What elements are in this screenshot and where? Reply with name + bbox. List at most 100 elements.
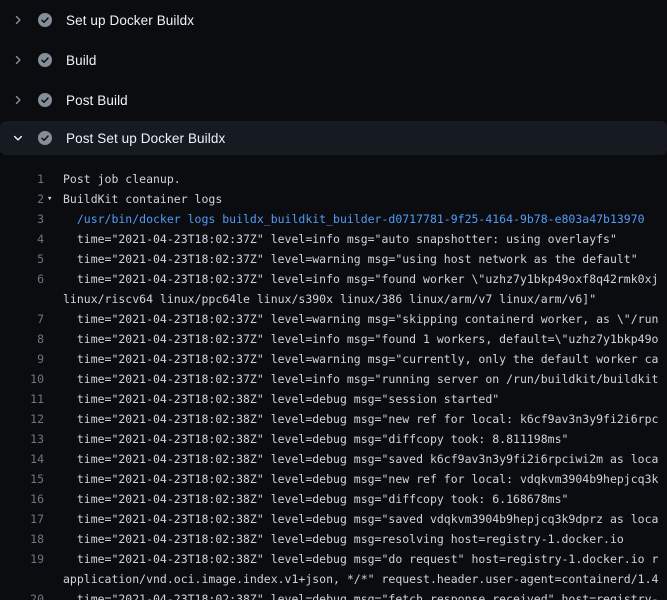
log-line-number[interactable]: 1 — [0, 169, 44, 189]
log-line-number[interactable]: 19 — [0, 549, 44, 569]
log-line-number[interactable]: 2 — [0, 189, 44, 209]
log-text-content: time="2021-04-23T18:02:37Z" level=warnin… — [63, 249, 638, 269]
log-text-content: time="2021-04-23T18:02:37Z" level=warnin… — [63, 309, 658, 329]
log-text-content: time="2021-04-23T18:02:37Z" level=info m… — [63, 329, 658, 349]
log-line-text: time="2021-04-23T18:02:38Z" level=debug … — [63, 589, 658, 600]
step-title: Post Set up Docker Buildx — [66, 131, 225, 146]
log-text-wrap-continuation: application/vnd.oci.image.index.v1+json,… — [63, 569, 658, 589]
log-line-text: time="2021-04-23T18:02:38Z" level=debug … — [63, 409, 658, 429]
log-line-number[interactable]: 9 — [0, 349, 44, 369]
check-circle-icon — [38, 131, 52, 145]
log-text-content: time="2021-04-23T18:02:38Z" level=debug … — [63, 409, 658, 429]
log-line: 12 time="2021-04-23T18:02:38Z" level=deb… — [0, 409, 667, 429]
log-line-number[interactable]: 3 — [0, 209, 44, 229]
log-line-text: time="2021-04-23T18:02:38Z" level=debug … — [63, 529, 624, 549]
log-text-content: time="2021-04-23T18:02:38Z" level=debug … — [63, 489, 568, 509]
log-line-text: time="2021-04-23T18:02:37Z" level=warnin… — [63, 349, 658, 369]
log-text-content: time="2021-04-23T18:02:38Z" level=debug … — [63, 529, 624, 549]
log-line-text: time="2021-04-23T18:02:37Z" level=info m… — [63, 369, 658, 389]
step-log: 1 Post job cleanup. 2 ▾BuildKit container l… — [0, 155, 667, 600]
log-line: 5 time="2021-04-23T18:02:37Z" level=warn… — [0, 249, 667, 269]
log-line: 11 time="2021-04-23T18:02:38Z" level=deb… — [0, 389, 667, 409]
log-line-number[interactable]: 17 — [0, 509, 44, 529]
log-text-content: time="2021-04-23T18:02:37Z" level=info m… — [63, 369, 658, 389]
check-circle-icon — [38, 13, 52, 27]
log-line: 20 time="2021-04-23T18:02:38Z" level=deb… — [0, 589, 667, 600]
log-line: 14 time="2021-04-23T18:02:38Z" level=deb… — [0, 449, 667, 469]
log-line-text: ▾BuildKit container logs — [63, 189, 222, 209]
log-line: 2 ▾BuildKit container logs — [0, 189, 667, 209]
step-header-set-up-docker-buildx[interactable]: Set up Docker Buildx — [0, 0, 667, 40]
log-text-content: time="2021-04-23T18:02:38Z" level=debug … — [63, 469, 658, 489]
log-line-text: Post job cleanup. — [63, 169, 181, 189]
log-text-content: time="2021-04-23T18:02:37Z" level=warnin… — [63, 349, 658, 369]
chevron-right-icon[interactable] — [10, 92, 26, 108]
chevron-right-icon[interactable] — [10, 12, 26, 28]
log-line: 17 time="2021-04-23T18:02:38Z" level=deb… — [0, 509, 667, 529]
check-circle-icon — [38, 53, 52, 67]
step-header-post-set-up-docker-buildx[interactable]: Post Set up Docker Buildx — [0, 121, 667, 155]
log-line-number[interactable]: 10 — [0, 369, 44, 389]
group-toggle-icon[interactable]: ▾ — [47, 189, 52, 209]
log-line: 13 time="2021-04-23T18:02:38Z" level=deb… — [0, 429, 667, 449]
log-line-number[interactable]: 14 — [0, 449, 44, 469]
log-line-text: time="2021-04-23T18:02:38Z" level=debug … — [63, 389, 499, 409]
log-text-content: time="2021-04-23T18:02:38Z" level=debug … — [63, 429, 568, 449]
log-line-text: time="2021-04-23T18:02:38Z" level=debug … — [63, 489, 568, 509]
log-command-text: /usr/bin/docker logs buildx_buildkit_bui… — [63, 209, 645, 229]
step-header-post-build[interactable]: Post Build — [0, 80, 667, 120]
log-text-content: time="2021-04-23T18:02:38Z" level=debug … — [63, 509, 658, 529]
log-text-content: time="2021-04-23T18:02:38Z" level=debug … — [63, 449, 658, 469]
log-line-number[interactable]: 20 — [0, 589, 44, 600]
log-line-number[interactable]: 5 — [0, 249, 44, 269]
step-title: Post Build — [66, 93, 128, 108]
log-line-number[interactable]: 7 — [0, 309, 44, 329]
log-line: 9 time="2021-04-23T18:02:37Z" level=warn… — [0, 349, 667, 369]
step-header-build[interactable]: Build — [0, 40, 667, 80]
log-line-text: time="2021-04-23T18:02:37Z" level=warnin… — [63, 309, 658, 329]
log-line-text: time="2021-04-23T18:02:37Z" level=info m… — [63, 269, 658, 309]
log-text-content: Post job cleanup. — [63, 169, 181, 189]
log-line-number[interactable]: 11 — [0, 389, 44, 409]
log-line-number[interactable]: 8 — [0, 329, 44, 349]
log-viewer: Set up Docker Buildx Build Post Build Post … — [0, 0, 667, 600]
chevron-right-icon[interactable] — [10, 52, 26, 68]
log-line: 7 time="2021-04-23T18:02:37Z" level=warn… — [0, 309, 667, 329]
log-line: 4 time="2021-04-23T18:02:37Z" level=info… — [0, 229, 667, 249]
log-line-text: time="2021-04-23T18:02:38Z" level=debug … — [63, 509, 658, 529]
log-line-text: time="2021-04-23T18:02:37Z" level=warnin… — [63, 249, 638, 269]
log-line: 1 Post job cleanup. — [0, 169, 667, 189]
log-line: 15 time="2021-04-23T18:02:38Z" level=deb… — [0, 469, 667, 489]
log-text-content: time="2021-04-23T18:02:37Z" level=info m… — [63, 269, 658, 289]
chevron-down-icon[interactable] — [10, 130, 26, 146]
log-line: 18 time="2021-04-23T18:02:38Z" level=deb… — [0, 529, 667, 549]
log-line-number[interactable]: 4 — [0, 229, 44, 249]
log-text-content: time="2021-04-23T18:02:38Z" level=debug … — [63, 389, 499, 409]
log-line: 16 time="2021-04-23T18:02:38Z" level=deb… — [0, 489, 667, 509]
step-title: Set up Docker Buildx — [66, 13, 194, 28]
log-line-number[interactable]: 12 — [0, 409, 44, 429]
log-line-number[interactable]: 16 — [0, 489, 44, 509]
log-line-text: time="2021-04-23T18:02:38Z" level=debug … — [63, 429, 568, 449]
log-text-content: time="2021-04-23T18:02:37Z" level=info m… — [63, 229, 617, 249]
log-line: 19 time="2021-04-23T18:02:38Z" level=deb… — [0, 549, 667, 589]
log-line: 6 time="2021-04-23T18:02:37Z" level=info… — [0, 269, 667, 309]
log-line: 3 /usr/bin/docker logs buildx_buildkit_b… — [0, 209, 667, 229]
log-line-number[interactable]: 13 — [0, 429, 44, 449]
step-title: Build — [66, 53, 97, 68]
log-line-text: time="2021-04-23T18:02:38Z" level=debug … — [63, 449, 658, 469]
log-line-number[interactable]: 18 — [0, 529, 44, 549]
log-text-content: /usr/bin/docker logs buildx_buildkit_bui… — [63, 209, 645, 229]
check-circle-icon — [38, 93, 52, 107]
log-line-text: time="2021-04-23T18:02:37Z" level=info m… — [63, 329, 658, 349]
log-line-number[interactable]: 15 — [0, 469, 44, 489]
log-line: 10 time="2021-04-23T18:02:37Z" level=inf… — [0, 369, 667, 389]
log-text-content: time="2021-04-23T18:02:38Z" level=debug … — [63, 549, 658, 569]
log-line-text: time="2021-04-23T18:02:38Z" level=debug … — [63, 469, 658, 489]
log-text-wrap-continuation: linux/riscv64 linux/ppc64le linux/s390x … — [63, 289, 658, 309]
step-list: Set up Docker Buildx Build Post Build Post … — [0, 0, 667, 155]
log-line-text: time="2021-04-23T18:02:37Z" level=info m… — [63, 229, 617, 249]
log-line-text: time="2021-04-23T18:02:38Z" level=debug … — [63, 549, 658, 589]
log-text-content: time="2021-04-23T18:02:38Z" level=debug … — [63, 589, 658, 600]
log-line-number[interactable]: 6 — [0, 269, 44, 289]
